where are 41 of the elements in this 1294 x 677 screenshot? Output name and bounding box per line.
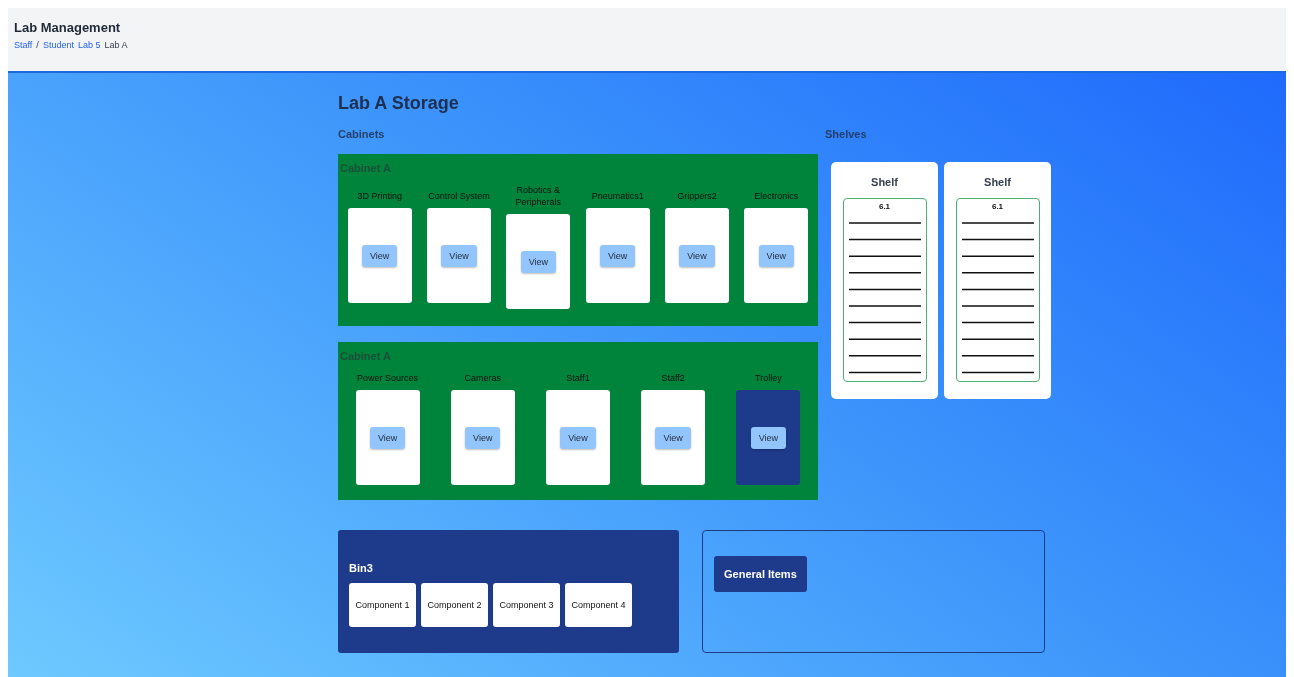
drawer-label: 3D Printing (357, 190, 402, 202)
component-card[interactable]: Component 4 (565, 583, 632, 627)
view-button[interactable]: View (369, 426, 406, 449)
view-button[interactable]: View (560, 426, 596, 449)
view-button[interactable]: View (361, 244, 398, 267)
view-button[interactable]: View (599, 244, 636, 267)
drawer-label: Robotics & Peripherals (514, 184, 563, 208)
drawer-label: Power Sources (357, 372, 419, 384)
component-card[interactable]: Component 3 (493, 583, 560, 627)
drawer-label: Staff2 (661, 372, 685, 384)
shelf-level-label: 6.1 (991, 202, 1004, 211)
breadcrumb-current: Lab A (104, 40, 128, 50)
drawer-label: Pneumatics1 (591, 190, 644, 202)
app-title: Lab Management (14, 20, 122, 35)
general-items-button[interactable]: General Items (714, 556, 807, 592)
bin-title: Bin3 (349, 562, 373, 574)
section-heading: Shelves (825, 128, 868, 142)
view-button[interactable]: View (441, 244, 477, 267)
shelf-level-label: 6.1 (878, 202, 891, 211)
view-button[interactable]: View (758, 244, 794, 267)
view-button[interactable]: View (750, 426, 786, 449)
shelf-title: Shelf (871, 176, 898, 188)
component-card[interactable]: Component 1 (349, 583, 416, 627)
component-card[interactable]: Component 2 (421, 583, 488, 627)
drawer-label: Cameras (464, 372, 502, 384)
view-button[interactable]: View (465, 426, 501, 449)
drawer-label: Trolley (755, 372, 782, 384)
page-title: Lab A Storage (338, 93, 460, 114)
shelf-title: Shelf (984, 176, 1011, 188)
drawer-label: Grippers2 (677, 190, 717, 202)
drawer-label: Electronics (754, 190, 799, 202)
breadcrumb-link[interactable]: Lab 5 (77, 40, 101, 50)
drawer-label: Staff1 (566, 372, 590, 384)
section-heading: Cabinets (338, 128, 386, 142)
view-button[interactable]: View (655, 426, 691, 449)
view-button[interactable]: View (520, 250, 556, 273)
breadcrumb-link[interactable]: Student (42, 40, 74, 50)
view-button[interactable]: View (679, 244, 715, 267)
breadcrumb-separator: / (36, 40, 39, 50)
breadcrumb-link[interactable]: Staff (14, 40, 33, 50)
drawer-label: Control System (428, 190, 490, 202)
